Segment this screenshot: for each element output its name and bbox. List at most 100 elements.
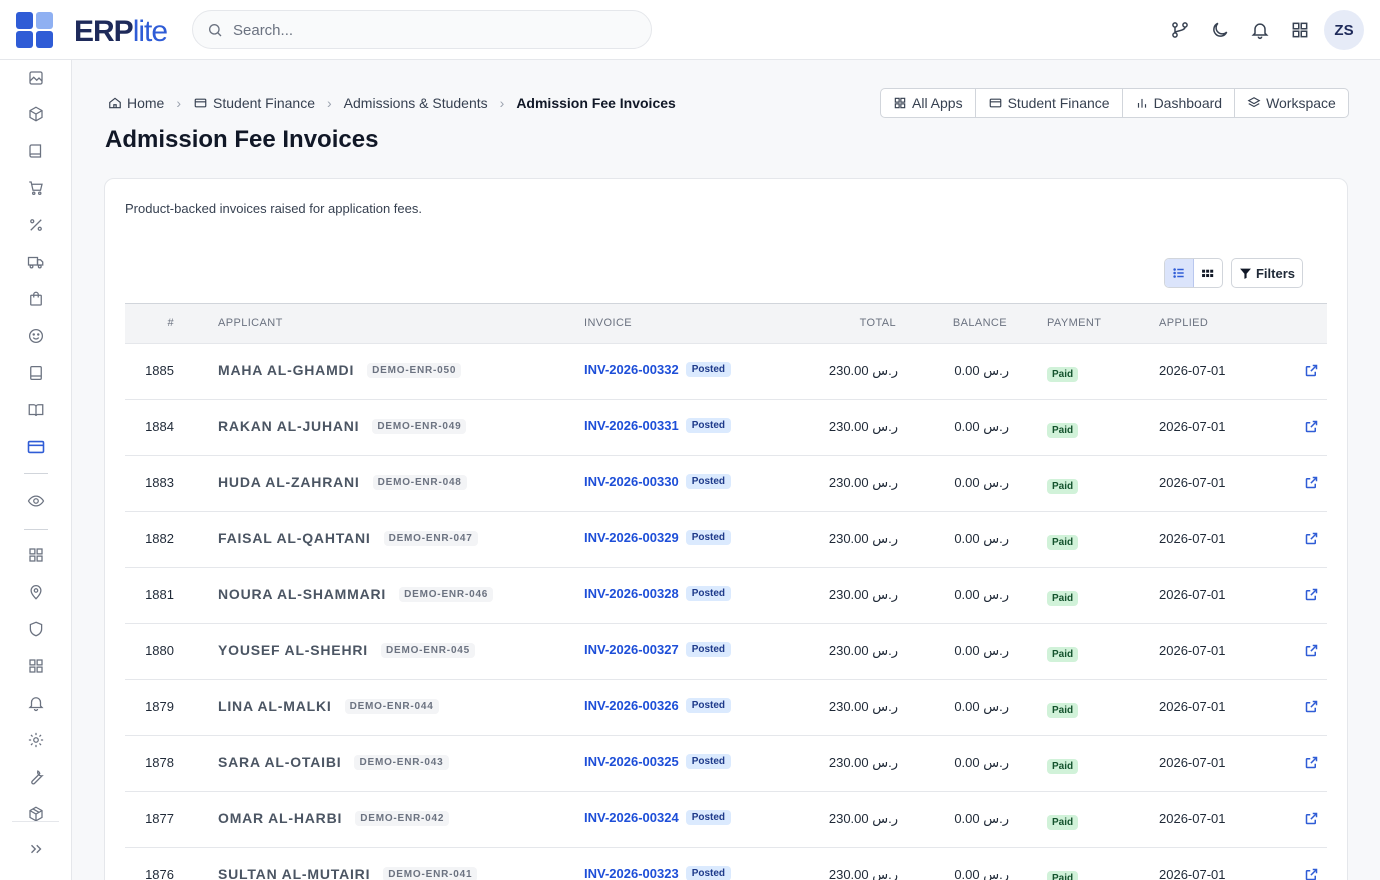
- bell-icon[interactable]: [24, 691, 48, 715]
- settings-icon[interactable]: [24, 728, 48, 752]
- external-link-icon[interactable]: [1304, 363, 1320, 379]
- table-row[interactable]: 1883 HUDA AL-ZAHRANI DEMO-ENR-048 INV-2026-…: [125, 456, 1327, 512]
- external-link-icon[interactable]: [1304, 811, 1320, 827]
- image-icon[interactable]: [24, 66, 48, 90]
- bell-icon[interactable]: [1248, 18, 1272, 42]
- bag-icon[interactable]: [24, 287, 48, 311]
- smile-icon[interactable]: [24, 324, 48, 348]
- row-number: 1876: [145, 867, 174, 880]
- apps-grid-icon[interactable]: [1288, 18, 1312, 42]
- grid-icon[interactable]: [24, 543, 48, 567]
- user-avatar[interactable]: ZS: [1324, 10, 1364, 50]
- balance-amount: 0.00 ر.س: [954, 531, 1009, 546]
- external-link-icon[interactable]: [1304, 587, 1320, 603]
- applicant-name[interactable]: NOURA AL-SHAMMARI: [218, 586, 386, 602]
- column-header-balance[interactable]: BALANCE: [925, 317, 1007, 329]
- invoice-link[interactable]: INV-2026-00324: [584, 810, 679, 825]
- status-badge: Posted: [685, 754, 732, 769]
- applicant-name[interactable]: SULTAN AL-MUTAIRI: [218, 866, 370, 880]
- table-row[interactable]: 1877 OMAR AL-HARBI DEMO-ENR-042 INV-2026-00…: [125, 792, 1327, 848]
- dashboard-button[interactable]: Dashboard: [1123, 89, 1236, 117]
- table-row[interactable]: 1878 SARA AL-OTAIBI DEMO-ENR-043 INV-2026-0…: [125, 736, 1327, 792]
- shield-icon[interactable]: [24, 617, 48, 641]
- table-row[interactable]: 1879 LINA AL-MALKI DEMO-ENR-044 INV-2026-00…: [125, 680, 1327, 736]
- cart-icon[interactable]: [24, 176, 48, 200]
- breadcrumb-admissions[interactable]: Admissions & Students: [344, 95, 488, 111]
- external-link-icon[interactable]: [1304, 699, 1320, 715]
- location-pin-icon[interactable]: [24, 580, 48, 604]
- wrench-icon[interactable]: [24, 765, 48, 789]
- invoice-link[interactable]: INV-2026-00327: [584, 642, 679, 657]
- app-logo[interactable]: ERPlite: [74, 15, 168, 49]
- invoice-cell: INV-2026-00324 Posted: [584, 810, 732, 825]
- applicant-cell: OMAR AL-HARBI DEMO-ENR-042: [218, 810, 450, 826]
- git-branch-icon[interactable]: [1168, 18, 1192, 42]
- breadcrumb-home[interactable]: Home: [108, 95, 164, 111]
- invoice-link[interactable]: INV-2026-00332: [584, 362, 679, 377]
- percent-icon[interactable]: [24, 213, 48, 237]
- external-link-icon[interactable]: [1304, 643, 1320, 659]
- book-icon[interactable]: [24, 139, 48, 163]
- column-header-payment[interactable]: PAYMENT: [1047, 317, 1101, 329]
- chevron-right-icon: ›: [327, 95, 332, 111]
- external-link-icon[interactable]: [1304, 867, 1320, 880]
- notebook-icon[interactable]: [24, 361, 48, 385]
- apps-icon[interactable]: [24, 654, 48, 678]
- applicant-name[interactable]: HUDA AL-ZAHRANI: [218, 474, 360, 490]
- invoice-link[interactable]: INV-2026-00323: [584, 866, 679, 880]
- table-row[interactable]: 1876 SULTAN AL-MUTAIRI DEMO-ENR-041 INV-202…: [125, 848, 1327, 880]
- invoice-link[interactable]: INV-2026-00331: [584, 418, 679, 433]
- search-box[interactable]: [192, 10, 652, 49]
- invoice-link[interactable]: INV-2026-00330: [584, 474, 679, 489]
- column-header-applicant[interactable]: APPLICANT: [218, 317, 283, 329]
- applicant-name[interactable]: FAISAL AL-QAHTANI: [218, 530, 371, 546]
- search-input[interactable]: [233, 20, 633, 40]
- invoice-link[interactable]: INV-2026-00326: [584, 698, 679, 713]
- table-row[interactable]: 1885 MAHA AL-GHAMDI DEMO-ENR-050 INV-2026-0…: [125, 344, 1327, 400]
- workspace-button[interactable]: Workspace: [1235, 89, 1348, 117]
- box-icon[interactable]: [24, 102, 48, 126]
- applicant-name[interactable]: MAHA AL-GHAMDI: [218, 362, 354, 378]
- list-view-button[interactable]: [1165, 259, 1194, 287]
- payment-badge: Paid: [1047, 815, 1079, 830]
- grid-view-button[interactable]: [1194, 259, 1222, 287]
- eye-icon[interactable]: [24, 489, 48, 513]
- expand-icon[interactable]: [24, 837, 48, 861]
- column-header-applied[interactable]: APPLIED: [1159, 317, 1208, 329]
- invoice-link[interactable]: INV-2026-00328: [584, 586, 679, 601]
- table-row[interactable]: 1884 RAKAN AL-JUHANI DEMO-ENR-049 INV-2026-…: [125, 400, 1327, 456]
- all-apps-button[interactable]: All Apps: [881, 89, 976, 117]
- external-link-icon[interactable]: [1304, 755, 1320, 771]
- applied-date: 2026-07-01: [1159, 643, 1226, 658]
- applicant-name[interactable]: OMAR AL-HARBI: [218, 810, 342, 826]
- column-header-total[interactable]: TOTAL: [825, 317, 896, 329]
- view-toggle: [1164, 258, 1223, 288]
- external-link-icon[interactable]: [1304, 531, 1320, 547]
- enrollment-code-badge: DEMO-ENR-047: [383, 530, 478, 546]
- external-link-icon[interactable]: [1304, 475, 1320, 491]
- table-row[interactable]: 1882 FAISAL AL-QAHTANI DEMO-ENR-047 INV-202…: [125, 512, 1327, 568]
- applicant-name[interactable]: YOUSEF AL-SHEHRI: [218, 642, 368, 658]
- filters-button[interactable]: Filters: [1231, 258, 1303, 288]
- invoice-link[interactable]: INV-2026-00329: [584, 530, 679, 545]
- invoice-link[interactable]: INV-2026-00325: [584, 754, 679, 769]
- table-row[interactable]: 1881 NOURA AL-SHAMMARI DEMO-ENR-046 INV-202…: [125, 568, 1327, 624]
- package-icon[interactable]: [24, 802, 48, 826]
- moon-icon[interactable]: [1208, 18, 1232, 42]
- column-header-num[interactable]: #: [125, 317, 174, 329]
- applicant-name[interactable]: SARA AL-OTAIBI: [218, 754, 341, 770]
- card-icon: [989, 98, 1001, 108]
- table-row[interactable]: 1880 YOUSEF AL-SHEHRI DEMO-ENR-045 INV-2026…: [125, 624, 1327, 680]
- external-link-icon[interactable]: [1304, 419, 1320, 435]
- column-header-invoice[interactable]: INVOICE: [584, 317, 632, 329]
- applicant-name[interactable]: LINA AL-MALKI: [218, 698, 332, 714]
- breadcrumb-student-finance[interactable]: Student Finance: [193, 95, 315, 111]
- enrollment-code-badge: DEMO-ENR-045: [380, 642, 476, 658]
- open-book-icon[interactable]: [24, 398, 48, 422]
- applicant-name[interactable]: RAKAN AL-JUHANI: [218, 418, 359, 434]
- truck-icon[interactable]: [24, 250, 48, 274]
- credit-card-icon[interactable]: [24, 435, 48, 459]
- student-finance-button[interactable]: Student Finance: [976, 89, 1123, 117]
- logo-icon[interactable]: [16, 12, 53, 48]
- row-number: 1878: [145, 755, 174, 770]
